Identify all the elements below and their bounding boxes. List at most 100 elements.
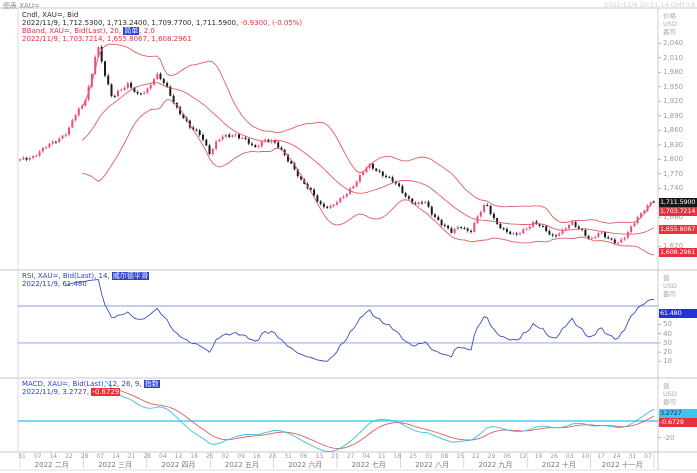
date-day-label: 29	[485, 453, 499, 460]
date-month-label: 2022 七月	[337, 460, 400, 470]
price-tick-label: 2,010	[663, 54, 683, 62]
date-month-label: 2022 六月	[274, 460, 337, 470]
date-day-label: 21	[125, 453, 139, 460]
date-day-label: 06	[500, 453, 514, 460]
price-axis-unit: 价格USD盎司	[663, 12, 677, 36]
price-tick-label: 1,830	[663, 141, 683, 149]
price-tick-label: 1,740	[663, 184, 683, 192]
date-day-label: 21	[328, 453, 342, 460]
candle-series-label: Cndl, XAU=, Bid	[22, 11, 302, 19]
date-day-label: 31	[625, 453, 639, 460]
candle-series-text: Cndl, XAU=, Bid	[22, 11, 78, 19]
date-month-label: 2022 五月	[210, 460, 273, 470]
date-day-label: 07	[93, 453, 107, 460]
date-month-label: 2022 二月	[20, 460, 83, 470]
chart-plot-surface[interactable]	[0, 0, 697, 473]
macd-tick-label: -20	[663, 434, 674, 442]
date-day-label: 28	[140, 453, 154, 460]
rsi-axis-unit: 值USD盎司	[663, 274, 677, 298]
rsi-line	[66, 280, 654, 362]
date-day-label: 18	[187, 453, 201, 460]
date-day-label: 31	[15, 453, 29, 460]
date-day-label: 01	[422, 453, 436, 460]
date-day-label: 14	[46, 453, 60, 460]
date-month-label: 2022 九月	[464, 460, 527, 470]
date-day-label: 12	[516, 453, 530, 460]
price-tick-label: 1,800	[663, 155, 683, 163]
price-tick-label: 1,890	[663, 112, 683, 120]
date-day-label: 04	[156, 453, 170, 460]
macd-values-line: 2022/11/9, 3.2727, -0.6729	[22, 388, 160, 396]
price-tick-label: 1,950	[663, 83, 683, 91]
date-day-label: 10	[578, 453, 592, 460]
chart-timestamp: 2022/11/9 20:11:14 GMT+8	[604, 1, 695, 9]
rsi-tick-label: 20	[663, 348, 672, 356]
date-day-label: 06	[297, 453, 311, 460]
date-day-label: 27	[344, 453, 358, 460]
bollinger-series-label: BBand, XAU=, Bid(Last), 20, 简单, 2.0	[22, 27, 302, 35]
rsi-text-a: RSI, XAU=, Bid(Last), 14,	[22, 272, 112, 280]
bb-middle-box: 1,655.8067	[659, 225, 697, 234]
macd-pane-legend[interactable]: MACD, XAU=, Bid(Last), 12, 26, 9, 指数 202…	[22, 380, 160, 396]
ohlc-values-text: 2022/11/9, 1,712.5300, 1,713.2400, 1,709…	[22, 19, 240, 27]
date-day-label: 22	[469, 453, 483, 460]
price-tick-label: 1,920	[663, 97, 683, 105]
date-day-label: 11	[375, 453, 389, 460]
date-day-label: 07	[31, 453, 45, 460]
bb-upper-box: 1,703.7214	[659, 207, 697, 216]
macd-line	[105, 381, 654, 452]
change-values-text: -0.9300, (-0.05%)	[240, 19, 302, 27]
date-day-label: 03	[563, 453, 577, 460]
rsi-smoothing-type: 威尔德平滑	[112, 272, 149, 280]
date-day-label: 23	[265, 453, 279, 460]
date-day-label: 26	[547, 453, 561, 460]
bollinger-values-line: 2022/11/9, 1,703.7214, 1,655.8067, 1,608…	[22, 35, 302, 43]
macd-ma-type: 指数	[144, 380, 160, 388]
date-day-label: 13	[312, 453, 326, 460]
bollinger-ma-type: 简单	[123, 27, 139, 35]
date-day-label: 25	[203, 453, 217, 460]
price-tick-label: 1,980	[663, 68, 683, 76]
macd-signal-box: -0.6729	[659, 418, 697, 427]
rsi-tick-label: 30	[663, 339, 672, 347]
price-tick-label: 1,860	[663, 126, 683, 134]
candlestick-series	[19, 45, 655, 245]
macd-signal-line	[105, 388, 654, 448]
rsi-values-text: 2022/11/9, 61.480	[22, 280, 87, 288]
bollinger-text-a: BBand, XAU=, Bid(Last), 20,	[22, 27, 123, 35]
rsi-tick-label: 50	[663, 320, 672, 328]
date-day-label: 14	[109, 453, 123, 460]
bb-lower-box: 1,608.2961	[659, 248, 697, 257]
date-month-label: 2022 十月	[527, 460, 590, 470]
date-day-label: 16	[250, 453, 264, 460]
rsi-series-label: RSI, XAU=, Bid(Last), 14, 威尔德平滑	[22, 272, 149, 280]
macd-series-label: MACD, XAU=, Bid(Last), 12, 26, 9, 指数	[22, 380, 160, 388]
macd-text-a: MACD, XAU=, Bid(Last), 12, 26, 9,	[22, 380, 144, 388]
macd-signal-value: -0.6729	[91, 388, 120, 396]
candle-ohlc-line: 2022/11/9, 1,712.5300, 1,713.2400, 1,709…	[22, 19, 302, 27]
rsi-value-box: 61.480	[659, 309, 697, 318]
date-day-label: 04	[359, 453, 373, 460]
date-day-label: 15	[453, 453, 467, 460]
bollinger-values-text: 2022/11/9, 1,703.7214, 1,655.8067, 1,608…	[22, 35, 191, 43]
date-month-label: 2022 四月	[147, 460, 210, 470]
rsi-values-line: 2022/11/9, 61.480	[22, 280, 149, 288]
date-day-label: 19	[531, 453, 545, 460]
chart-window: 图表 XAU= 2022/11/9 20:11:14 GMT+8 Cndl, X…	[0, 0, 697, 473]
macd-value-box: 3.2727	[659, 409, 697, 418]
macd-values-text: 2022/11/9, 3.2727,	[22, 388, 91, 396]
date-month-label: 2022 三月	[83, 460, 146, 470]
date-day-label: 02	[218, 453, 232, 460]
rsi-tick-label: 10	[663, 357, 672, 365]
date-day-label: 12	[172, 453, 186, 460]
bollinger-bands	[82, 44, 654, 255]
price-tick-label: 2,040	[663, 39, 683, 47]
date-month-label: 2022 十一月	[591, 460, 654, 470]
rsi-tick-label: 40	[663, 330, 672, 338]
price-pane-legend[interactable]: Cndl, XAU=, Bid 2022/11/9, 1,712.5300, 1…	[22, 11, 302, 43]
rsi-pane-legend[interactable]: RSI, XAU=, Bid(Last), 14, 威尔德平滑 2022/11/…	[22, 272, 149, 288]
date-day-label: 22	[62, 453, 76, 460]
date-day-label: 08	[438, 453, 452, 460]
app-title: 图表 XAU=	[3, 1, 40, 11]
date-month-label: 2022 八月	[400, 460, 463, 470]
